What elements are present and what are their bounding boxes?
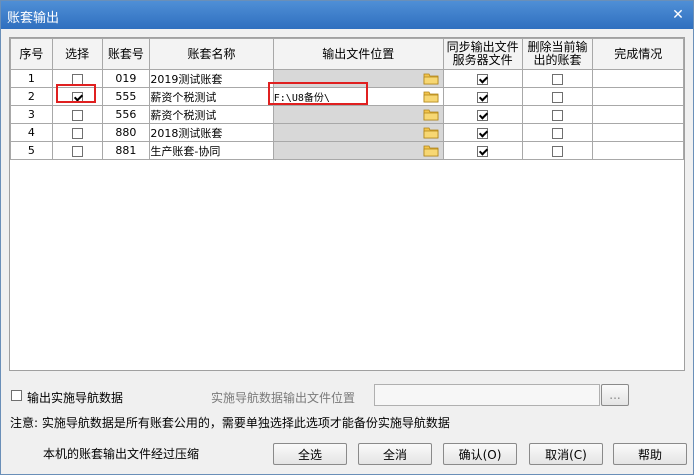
close-icon[interactable]: ✕ <box>669 6 687 24</box>
account-export-dialog: 账套输出 ✕ 序号 选择 账套号 账套名称 输出文件位置 同步输出文件 服务器文… <box>0 0 694 475</box>
table-header-row: 序号 选择 账套号 账套名称 输出文件位置 同步输出文件 服务器文件 删除当前输… <box>10 38 684 70</box>
table-row[interactable]: 5 881 生产账套-协同 <box>10 141 684 160</box>
account-table: 序号 选择 账套号 账套名称 输出文件位置 同步输出文件 服务器文件 删除当前输… <box>10 38 684 160</box>
row-path-cell[interactable] <box>272 105 444 124</box>
row-delete-cell[interactable] <box>521 69 594 88</box>
row-status <box>592 87 684 106</box>
row-select-checkbox[interactable] <box>71 73 83 85</box>
title-bar[interactable]: 账套输出 ✕ <box>1 1 693 29</box>
row-path-cell[interactable] <box>272 123 444 142</box>
row-status <box>592 105 684 124</box>
row-seq: 5 <box>10 141 53 160</box>
row-delete-cell[interactable] <box>521 141 594 160</box>
row-name: 2018测试账套 <box>149 123 274 142</box>
folder-icon[interactable] <box>423 108 439 121</box>
header-sync-line2: 服务器文件 <box>452 53 513 67</box>
row-sync-checkbox[interactable] <box>477 127 489 139</box>
row-path-cell[interactable] <box>272 141 444 160</box>
row-select-checkbox[interactable] <box>71 127 83 139</box>
table-row[interactable]: 3 556 薪资个税测试 <box>10 105 684 124</box>
cancel-button[interactable]: 取消(C) <box>529 443 603 465</box>
row-delete-checkbox[interactable] <box>551 91 563 103</box>
row-sync-checkbox[interactable] <box>477 145 489 157</box>
row-select-cell[interactable] <box>51 87 103 106</box>
header-select[interactable]: 选择 <box>51 38 103 70</box>
row-sync-cell[interactable] <box>442 87 523 106</box>
row-delete-checkbox[interactable] <box>551 145 563 157</box>
folder-icon[interactable] <box>423 90 439 103</box>
export-nav-label: 输出实施导航数据 <box>27 391 124 405</box>
table-row[interactable]: 2 555 薪资个税测试 F:\U8备份\ <box>10 87 684 106</box>
header-delete[interactable]: 删除当前输 出的账套 <box>521 38 594 70</box>
row-sync-checkbox[interactable] <box>477 91 489 103</box>
nav-path-field[interactable] <box>374 384 600 406</box>
select-all-button[interactable]: 全选 <box>273 443 347 465</box>
confirm-button[interactable]: 确认(O) <box>443 443 517 465</box>
row-select-cell[interactable] <box>51 123 103 142</box>
row-delete-cell[interactable] <box>521 87 594 106</box>
row-delete-cell[interactable] <box>521 123 594 142</box>
row-path-cell[interactable]: F:\U8备份\ <box>272 87 444 106</box>
row-sync-cell[interactable] <box>442 69 523 88</box>
row-delete-checkbox[interactable] <box>551 109 563 121</box>
table-row[interactable]: 4 880 2018测试账套 <box>10 123 684 142</box>
header-name[interactable]: 账套名称 <box>149 38 274 70</box>
row-sync-cell[interactable] <box>442 105 523 124</box>
row-code: 019 <box>101 69 151 88</box>
header-sync[interactable]: 同步输出文件 服务器文件 <box>442 38 523 70</box>
header-seq[interactable]: 序号 <box>10 38 53 70</box>
row-code: 556 <box>101 105 151 124</box>
nav-note: 注意: 实施导航数据是所有账套公用的，需要单独选择此选项才能备份实施导航数据 <box>10 416 450 430</box>
header-status[interactable]: 完成情况 <box>592 38 684 70</box>
row-delete-cell[interactable] <box>521 105 594 124</box>
export-nav-checkbox[interactable] <box>11 390 22 401</box>
row-delete-checkbox[interactable] <box>551 127 563 139</box>
row-seq: 1 <box>10 69 53 88</box>
row-status <box>592 69 684 88</box>
browse-button[interactable]: ... <box>601 384 629 406</box>
row-code: 880 <box>101 123 151 142</box>
compress-note: 本机的账套输出文件经过压缩 <box>43 447 200 461</box>
table-row[interactable]: 1 019 2019测试账套 <box>10 69 684 88</box>
row-name: 2019测试账套 <box>149 69 274 88</box>
row-seq: 4 <box>10 123 53 142</box>
row-select-checkbox[interactable] <box>71 91 83 103</box>
nav-path-label: 实施导航数据输出文件位置 <box>211 391 356 405</box>
row-sync-cell[interactable] <box>442 141 523 160</box>
row-sync-checkbox[interactable] <box>477 73 489 85</box>
row-select-checkbox[interactable] <box>71 109 83 121</box>
table-body: 1 019 2019测试账套 2 555 薪资个税测试 F:\U8备份\ 3 556 薪资个税测试… <box>10 69 684 160</box>
row-select-checkbox[interactable] <box>71 145 83 157</box>
row-select-cell[interactable] <box>51 69 103 88</box>
row-status <box>592 141 684 160</box>
clear-all-button[interactable]: 全消 <box>358 443 432 465</box>
account-grid: 序号 选择 账套号 账套名称 输出文件位置 同步输出文件 服务器文件 删除当前输… <box>9 37 685 371</box>
folder-icon[interactable] <box>423 126 439 139</box>
row-delete-checkbox[interactable] <box>551 73 563 85</box>
header-path[interactable]: 输出文件位置 <box>272 38 444 70</box>
row-select-cell[interactable] <box>51 141 103 160</box>
header-code[interactable]: 账套号 <box>101 38 151 70</box>
row-name: 薪资个税测试 <box>149 105 274 124</box>
row-select-cell[interactable] <box>51 105 103 124</box>
folder-icon[interactable] <box>423 144 439 157</box>
row-name: 生产账套-协同 <box>149 141 274 160</box>
row-path-cell[interactable] <box>272 69 444 88</box>
row-code: 555 <box>101 87 151 106</box>
help-button[interactable]: 帮助 <box>613 443 687 465</box>
row-seq: 3 <box>10 105 53 124</box>
row-sync-checkbox[interactable] <box>477 109 489 121</box>
window-title: 账套输出 <box>7 11 60 26</box>
row-code: 881 <box>101 141 151 160</box>
row-status <box>592 123 684 142</box>
row-seq: 2 <box>10 87 53 106</box>
row-path-value: F:\U8备份\ <box>273 93 330 104</box>
row-name: 薪资个税测试 <box>149 87 274 106</box>
row-sync-cell[interactable] <box>442 123 523 142</box>
header-delete-line2: 出的账套 <box>533 53 582 67</box>
folder-icon[interactable] <box>423 72 439 85</box>
